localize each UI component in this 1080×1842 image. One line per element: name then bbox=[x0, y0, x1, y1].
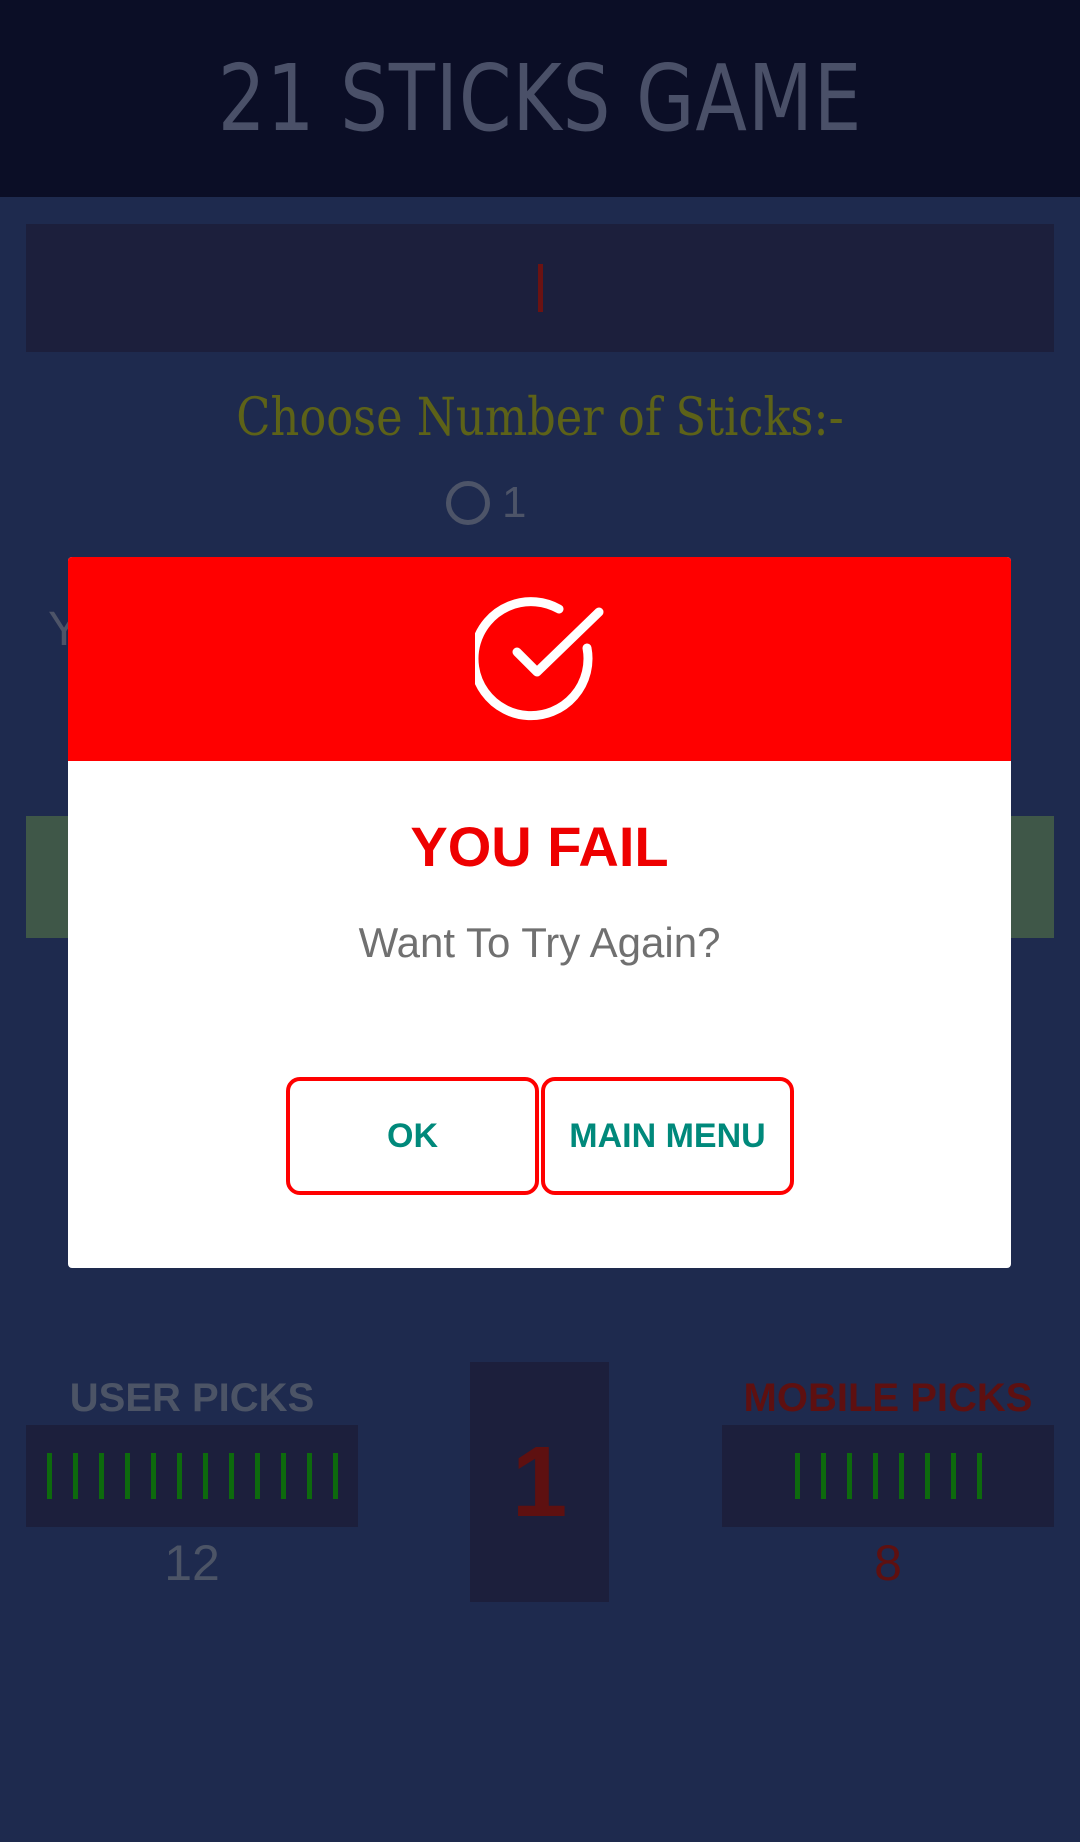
remaining-sticks-strip bbox=[26, 224, 1054, 352]
stick-icon bbox=[72, 1453, 78, 1499]
main-menu-button[interactable]: MAIN MENU bbox=[541, 1077, 794, 1195]
stick-icon bbox=[898, 1453, 904, 1499]
stick-icon bbox=[176, 1453, 182, 1499]
stick-icon bbox=[150, 1453, 156, 1499]
dialog-header bbox=[68, 557, 1011, 761]
ok-button[interactable]: OK bbox=[286, 1077, 539, 1195]
stick-icon bbox=[846, 1453, 852, 1499]
dialog-title: YOU FAIL bbox=[410, 815, 669, 878]
app-bar: 21 STICKS GAME bbox=[0, 0, 1080, 197]
stick-icon bbox=[537, 264, 543, 312]
radio-option-label: 1 bbox=[502, 478, 527, 527]
choose-sticks-label: Choose Number of Sticks:- bbox=[236, 388, 844, 448]
stick-icon bbox=[872, 1453, 878, 1499]
remaining-count: 1 bbox=[511, 1425, 568, 1538]
stick-icon bbox=[794, 1453, 800, 1499]
result-dialog: YOU FAIL Want To Try Again? OK MAIN MENU bbox=[68, 557, 1011, 1268]
stick-icon bbox=[280, 1453, 286, 1499]
user-picks-count: 12 bbox=[164, 1535, 220, 1591]
dialog-message: Want To Try Again? bbox=[358, 919, 721, 966]
radio-option-1[interactable]: 1 bbox=[446, 478, 526, 528]
user-picks-sticks bbox=[26, 1425, 358, 1527]
check-circle-icon bbox=[474, 597, 603, 721]
stick-icon bbox=[124, 1453, 130, 1499]
stick-icon bbox=[332, 1453, 338, 1499]
radio-button-icon[interactable] bbox=[446, 481, 490, 525]
mobile-picks-count: 8 bbox=[874, 1535, 902, 1591]
stick-icon bbox=[976, 1453, 982, 1499]
stick-icon bbox=[46, 1453, 52, 1499]
stick-icon bbox=[820, 1453, 826, 1499]
remaining-count-box: 1 bbox=[470, 1362, 609, 1602]
stick-icon bbox=[98, 1453, 104, 1499]
app-title: 21 STICKS GAME bbox=[217, 45, 863, 152]
stick-icon bbox=[254, 1453, 260, 1499]
mobile-picks-label: MOBILE PICKS bbox=[743, 1376, 1033, 1420]
mobile-picks-sticks bbox=[722, 1425, 1054, 1527]
stick-icon bbox=[228, 1453, 234, 1499]
stick-icon bbox=[202, 1453, 208, 1499]
stick-icon bbox=[950, 1453, 956, 1499]
stick-icon bbox=[924, 1453, 930, 1499]
user-picks-label: USER PICKS bbox=[69, 1376, 315, 1420]
stick-icon bbox=[306, 1453, 312, 1499]
